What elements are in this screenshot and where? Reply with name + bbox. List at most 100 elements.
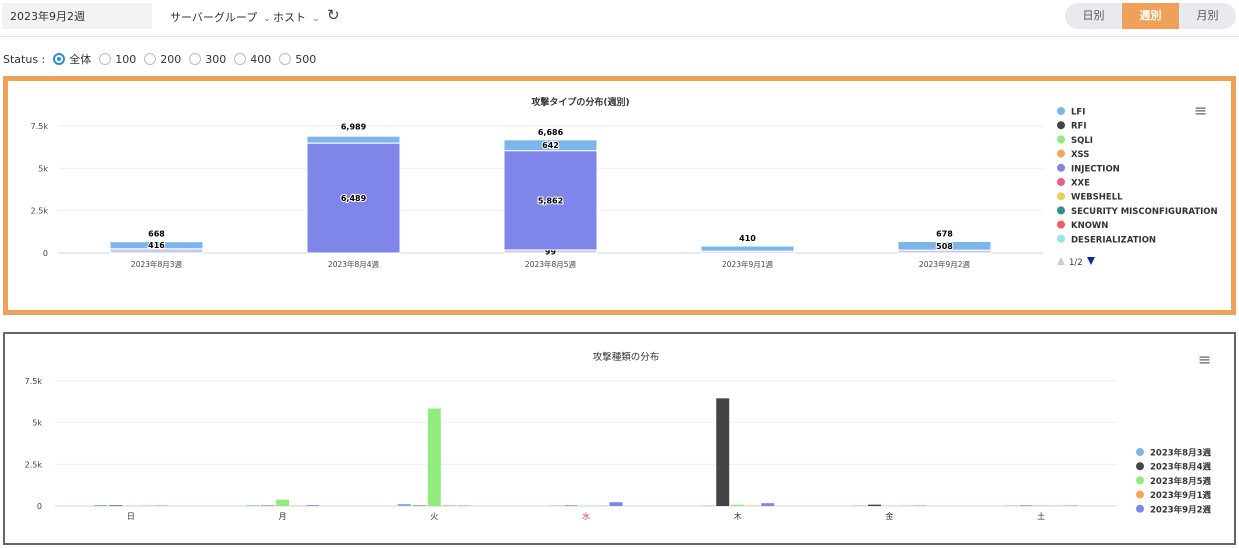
legend-item: XSS — [1071, 150, 1089, 160]
server-group-label: サーバーグループ — [170, 11, 258, 24]
legend-item: KNOWN — [1071, 221, 1108, 231]
legend-item: SQLI — [1071, 136, 1093, 146]
x-tick-label: 水 — [582, 511, 590, 521]
radio-selected-icon — [53, 53, 66, 65]
legend-marker — [1136, 490, 1144, 499]
data-label: 6,489 — [341, 194, 367, 203]
radio-label: 400 — [250, 52, 272, 66]
bar — [716, 398, 730, 506]
bar — [276, 499, 290, 506]
total-label: 6,686 — [538, 128, 564, 137]
y-tick-label: 0 — [43, 249, 48, 258]
chevron-down-icon: ⌄ — [312, 14, 320, 24]
legend-marker — [1057, 163, 1065, 172]
data-label: 5,862 — [538, 196, 563, 205]
x-tick-label: 土 — [1037, 511, 1045, 521]
legend-marker — [1057, 135, 1065, 144]
bar-segment — [700, 245, 795, 252]
chart-title: 攻撃タイプの分布(週別) — [531, 96, 629, 108]
legend-item: 2023年8月3週 — [1150, 448, 1211, 459]
radio-icon — [144, 53, 157, 65]
attack-kind-chart-panel: 攻撃種類の分布 0 2.5k 5k 7.5k 日 月 火 水 木 金 土 2023年8月3週 2023年8… — [3, 332, 1236, 545]
status-radio-100[interactable]: 100 — [99, 53, 136, 66]
chart-menu-icon[interactable]: ≡ — [1194, 101, 1207, 120]
tab-monthly[interactable]: 月別 — [1179, 3, 1236, 29]
bar — [109, 505, 123, 506]
total-label: 678 — [936, 230, 953, 239]
bar — [442, 505, 456, 506]
status-radio-400[interactable]: 400 — [234, 53, 271, 66]
legend-item: SECURITY MISCONFIGURATION — [1071, 207, 1218, 217]
x-tick-label: 日 — [127, 512, 135, 521]
host-dropdown[interactable]: ホスト ⌄ — [273, 9, 320, 25]
attack-type-chart-panel: 攻撃タイプの分布(週別) 0 2.5k 5k 7.5k 416 668 2023年8月3週 6,… — [3, 76, 1236, 315]
legend-item: 2023年8月5週 — [1150, 476, 1211, 487]
attack-kind-chart: 攻撃種類の分布 0 2.5k 5k 7.5k 日 月 火 水 木 金 土 2023年8月3週 2023年8… — [25, 351, 1212, 521]
status-filter: Status : 全体 100 200 300 400 500 — [3, 51, 324, 67]
status-radio-all[interactable]: 全体 — [53, 51, 91, 67]
tab-daily[interactable]: 日別 — [1065, 3, 1122, 29]
status-radio-500[interactable]: 500 — [279, 53, 316, 66]
legend-item: 2023年9月2週 — [1150, 504, 1211, 515]
chart-menu-icon[interactable]: ≡ — [1198, 350, 1211, 369]
x-tick-label: 2023年8月4週 — [328, 259, 380, 269]
legend-page: 1/2 — [1069, 258, 1083, 268]
legend-item: XXE — [1071, 179, 1090, 189]
x-tick-label: 2023年9月2週 — [919, 259, 971, 269]
radio-label: 100 — [115, 52, 137, 66]
legend-item: INJECTION — [1071, 164, 1120, 174]
x-tick-label: 金 — [885, 511, 893, 521]
bar — [867, 504, 881, 506]
legend-marker — [1136, 462, 1144, 471]
legend-marker — [1136, 504, 1144, 513]
radio-label: 500 — [295, 52, 317, 66]
attack-type-chart: 攻撃タイプの分布(週別) 0 2.5k 5k 7.5k 416 668 2023年8月3週 6,… — [31, 96, 1218, 269]
bar — [397, 504, 411, 506]
radio-icon — [189, 53, 202, 65]
legend-marker — [1057, 192, 1065, 201]
legend-prev-icon — [1057, 257, 1065, 265]
top-toolbar: サーバーグループ⌄ ホスト⌄ ↻ 日別 週別 月別 — [0, 0, 1239, 37]
legend-marker — [1057, 121, 1065, 130]
refresh-icon[interactable]: ↻ — [327, 6, 340, 24]
x-tick-label: 2023年8月5週 — [525, 259, 577, 269]
legend-marker — [1057, 149, 1065, 158]
legend-item: 2023年9月1週 — [1150, 490, 1211, 501]
bar — [731, 504, 745, 506]
chart-title: 攻撃種類の分布 — [593, 351, 660, 363]
bar — [306, 505, 320, 506]
status-radio-200[interactable]: 200 — [144, 53, 181, 66]
legend-marker — [1057, 206, 1065, 215]
date-picker-input[interactable] — [2, 3, 152, 29]
legend-marker — [1057, 234, 1065, 243]
tab-weekly[interactable]: 週別 — [1122, 3, 1179, 29]
status-radio-300[interactable]: 300 — [189, 53, 226, 66]
y-tick-label: 5k — [38, 164, 48, 173]
legend-marker — [1057, 178, 1065, 186]
total-label: 6,989 — [341, 123, 367, 132]
legend-item: RFI — [1071, 122, 1087, 132]
y-tick-label: 7.5k — [25, 377, 43, 386]
bar-segment — [306, 135, 401, 144]
legend-marker — [1136, 448, 1144, 456]
chevron-down-icon: ⌄ — [263, 14, 271, 24]
bar — [1034, 505, 1048, 506]
period-tabs: 日別 週別 月別 — [1065, 3, 1236, 29]
bar — [761, 503, 775, 506]
x-tick-label: 火 — [430, 512, 438, 521]
server-group-dropdown[interactable]: サーバーグループ ⌄ — [170, 9, 271, 25]
x-tick-label: 木 — [734, 511, 742, 521]
total-label: 410 — [739, 234, 756, 243]
x-tick-label: 2023年8月3週 — [131, 259, 183, 269]
bar — [427, 408, 441, 506]
legend-next-icon — [1087, 257, 1095, 265]
radio-icon — [279, 53, 292, 65]
status-label: Status : — [3, 52, 46, 66]
y-tick-label: 7.5k — [31, 122, 49, 131]
legend-item: WEBSHELL — [1071, 193, 1123, 203]
bar — [94, 505, 108, 506]
radio-label: 全体 — [69, 53, 92, 66]
data-label: 416 — [148, 241, 165, 250]
host-label: ホスト — [273, 11, 306, 24]
total-label: 668 — [148, 230, 165, 239]
